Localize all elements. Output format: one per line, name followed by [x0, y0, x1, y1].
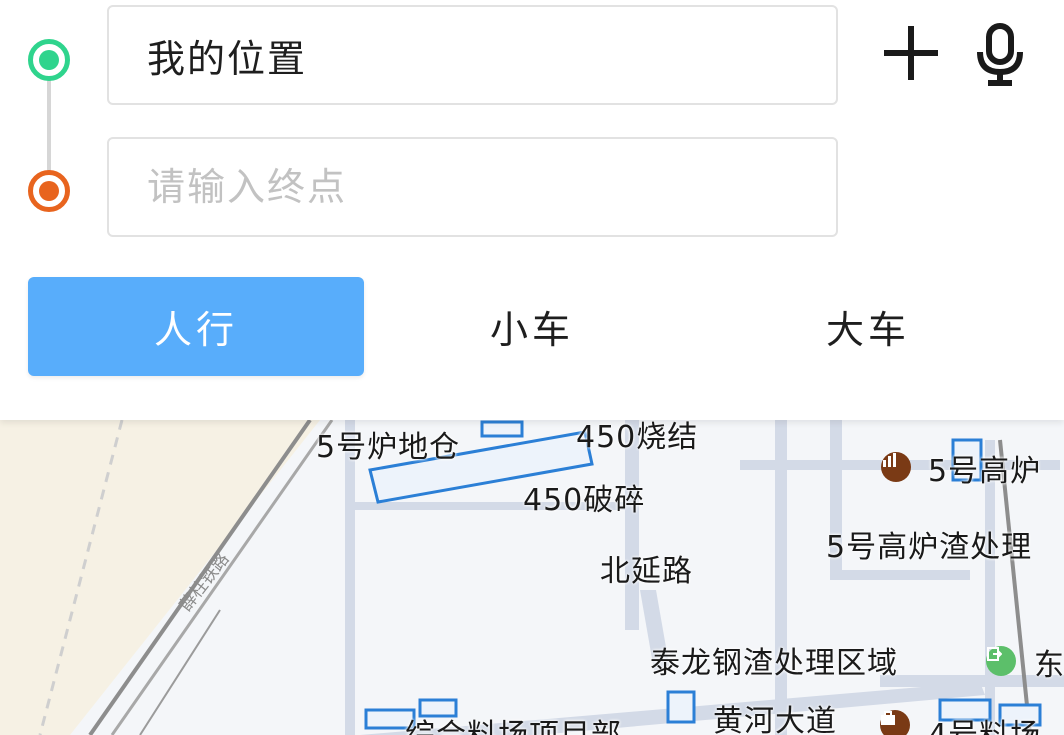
- map-label-material-yard[interactable]: 综合料场项目部: [405, 710, 622, 735]
- destination-field[interactable]: [107, 137, 838, 237]
- map-label-sinter450[interactable]: 450烧结: [576, 420, 698, 456]
- map-label-tailong-slag[interactable]: 泰龙钢渣处理区域: [650, 638, 898, 682]
- route-panel: 我的位置 人行 小车 大车: [0, 0, 1064, 420]
- microphone-icon: [977, 23, 1023, 86]
- plus-icon: [884, 26, 938, 80]
- chart-icon: [883, 453, 896, 467]
- map-view[interactable]: 薛柱铁路 5号炉地仓 450烧结 450破碎 5号高炉 5号高炉渣处理 北延路 …: [0, 420, 1064, 735]
- map-label-furnace5[interactable]: 5号高炉: [928, 446, 1041, 490]
- start-location-field[interactable]: 我的位置: [107, 5, 838, 105]
- map-label-furnace5-storage[interactable]: 5号炉地仓: [316, 422, 460, 466]
- tab-truck[interactable]: 大车: [700, 277, 1036, 376]
- map-label-crush450[interactable]: 450破碎: [523, 475, 645, 519]
- map-label-dong[interactable]: 东: [1034, 640, 1064, 684]
- map-label-yard4[interactable]: 4号料场: [928, 710, 1041, 735]
- add-waypoint-button[interactable]: [880, 22, 942, 84]
- map-label-north-road[interactable]: 北延路: [600, 546, 693, 590]
- end-point-icon: [28, 170, 70, 212]
- office-poi-icon[interactable]: [880, 710, 910, 735]
- tab-car[interactable]: 小车: [364, 277, 700, 376]
- exit-poi-icon[interactable]: [986, 646, 1016, 676]
- travel-mode-tabs: 人行 小车 大车: [28, 277, 1064, 376]
- destination-input[interactable]: [147, 165, 836, 209]
- building-poi-icon[interactable]: [881, 452, 911, 482]
- voice-input-button[interactable]: [972, 22, 1028, 88]
- map-label-furnace5-slag[interactable]: 5号高炉渣处理: [826, 522, 1032, 566]
- exit-icon: [987, 647, 1002, 661]
- tab-walk[interactable]: 人行: [28, 277, 364, 376]
- start-location-value: 我的位置: [147, 36, 308, 81]
- route-connector-line: [47, 80, 51, 172]
- briefcase-icon: [881, 711, 895, 725]
- start-point-icon: [28, 39, 70, 81]
- map-label-yellow-river-road[interactable]: 黄河大道: [713, 696, 837, 735]
